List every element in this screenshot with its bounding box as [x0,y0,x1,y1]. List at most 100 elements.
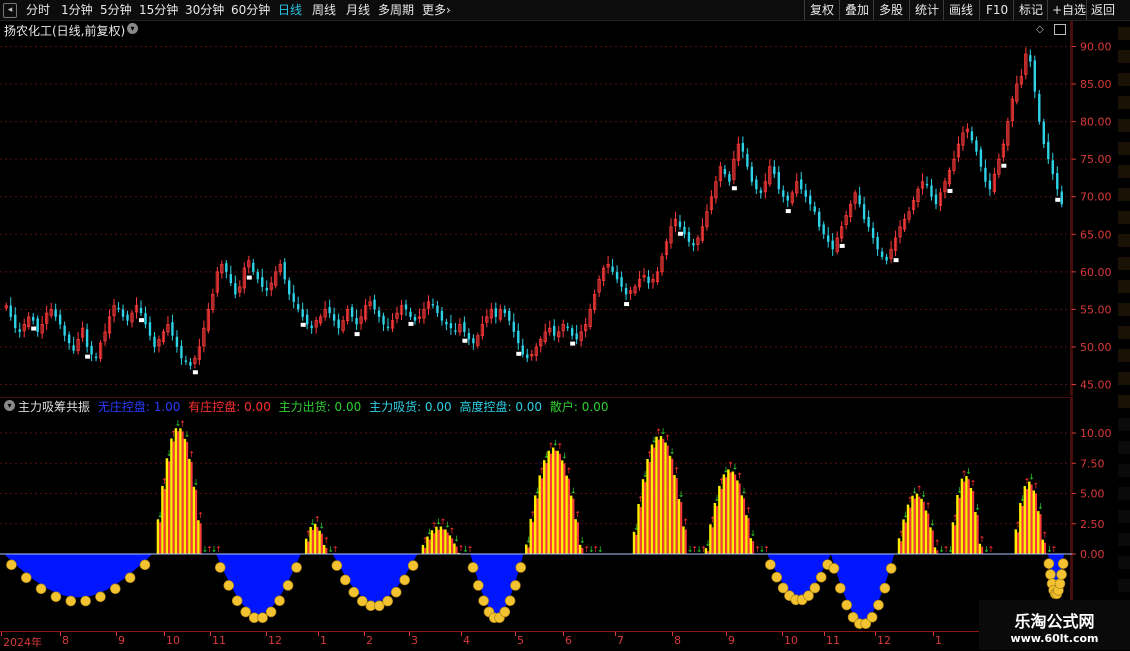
signal-arrow: ↑ [323,536,330,545]
indicator-bar-red [1017,532,1020,554]
draw-line-button[interactable]: 画线 [949,0,973,20]
statistics-button[interactable]: 统计 [915,0,939,20]
mark-button[interactable]: 标记 [1019,0,1043,20]
indicator-bar-yellow [435,526,438,554]
indicator-bar-red [181,431,184,554]
signal-arrow: ↓ [929,518,936,527]
smiley-marker [257,612,268,624]
date-label: 10 [784,634,798,647]
date-label: 11 [826,634,840,647]
diamond-icon[interactable]: ◇ [1036,24,1044,35]
candlestick-chart[interactable] [0,21,1072,396]
indicator-chart[interactable]: ↓↑↓↑↓↑↓↑↓↑↓↑↓↑↑↓↑↓↑↓↑↑↓↑↓↑↓↑↓↑↓↑↓↑↓↑↓↑↓↑… [0,397,1072,630]
period-tab-5min[interactable]: 5分钟 [100,0,132,20]
candle-body [180,345,183,359]
candle-body [9,305,12,317]
indicator-bar-yellow [632,531,636,554]
indicator-bar-yellow [174,428,178,554]
multi-stock-button[interactable]: 多股 [879,0,903,20]
smiley-marker [815,571,827,583]
smiley-marker [265,606,277,618]
period-tab-more[interactable]: 更多› [422,0,451,20]
period-tab-multi[interactable]: 多周期 [378,0,414,20]
smiley-marker [809,582,821,594]
period-tab-monthly[interactable]: 月线 [346,0,370,20]
indicator-bar-yellow [161,485,164,554]
candle-body [1042,121,1045,145]
smiley-marker [1054,578,1066,589]
indicator-bar-red [1021,506,1024,554]
date-label: 3 [411,634,418,647]
period-tab-1min[interactable]: 1分钟 [61,0,93,20]
chevron-down-icon[interactable]: ▾ [127,23,138,34]
side-strip-cell [1118,50,1130,63]
signal-arrow: ↓ [750,529,757,538]
indicator-bar-red [720,488,723,554]
period-tab-15min[interactable]: 15分钟 [139,0,178,20]
indicator-bar-yellow [578,544,582,554]
panel-back-icon[interactable]: ◂ [3,3,17,18]
candle-body [553,325,556,336]
add-watchlist-button[interactable]: +自选 [1052,0,1086,20]
indicator-bar-red [662,439,665,554]
indicator-bar-yellow [673,475,676,554]
date-tick [116,632,117,636]
date-label: 7 [617,634,624,647]
signal-arrow: ↑ [1042,531,1049,540]
candle-body [409,311,412,317]
indicator-bar-red [716,506,719,554]
candle-body [988,180,992,190]
period-tab-fenshi[interactable]: 分时 [26,0,50,20]
candle-body [746,153,749,167]
indicator-bar-yellow [1019,503,1022,554]
indicator-bar-yellow [677,499,681,554]
candle-body [85,329,89,347]
indicator-bar-yellow [668,455,672,554]
indicator-bar-red [433,533,436,554]
signal-marker [624,302,630,307]
overlay-button[interactable]: 叠加 [845,0,869,20]
candle-body [1051,160,1054,175]
fuquan-button[interactable]: 复权 [810,0,834,20]
indicator-bar-yellow [569,495,573,554]
signal-arrow: ↑ [988,545,995,554]
indicator-bar-yellow [529,518,532,554]
signal-arrow: ↑ [188,450,195,459]
candle-body [413,316,417,321]
candle-body [229,274,233,284]
stock-title: 扬农化工(日线,前复权) [4,24,126,38]
signal-marker [947,188,953,193]
candle-body [467,333,471,340]
signal-arrow: ↑ [1033,481,1040,490]
signal-marker [570,341,576,346]
signal-arrow: ↓ [1028,473,1035,482]
smiley-marker [478,595,489,607]
date-label: 1 [935,634,942,647]
period-tab-60min[interactable]: 60分钟 [231,0,270,20]
chevron-down-icon[interactable]: ▾ [4,400,15,411]
panel-toggle-icon[interactable] [1054,24,1066,35]
candle-body [570,328,574,336]
candle-body [148,322,152,336]
side-strip-cell [1118,418,1130,431]
period-tab-daily[interactable]: 日线 [278,0,302,20]
period-tab-30min[interactable]: 30分钟 [185,0,224,20]
candle-body [1029,55,1032,62]
indicator-bar-yellow [897,538,901,554]
period-tab-weekly[interactable]: 周线 [312,0,336,20]
date-label: 12 [268,634,282,647]
candle-body [813,206,816,212]
signal-marker [516,351,522,356]
candle-body [139,307,143,314]
smiley-marker [828,563,840,574]
indicator-bar-yellow [534,495,537,554]
smiley-marker [124,572,136,584]
signal-marker [677,231,683,236]
date-label: 10 [166,634,180,647]
indicator-bar-red [653,447,656,554]
candle-body [121,309,125,317]
back-button[interactable]: 返回 [1091,0,1115,20]
f10-button[interactable]: F10 [986,0,1008,20]
date-tick [60,632,61,636]
candle-body [741,143,745,152]
